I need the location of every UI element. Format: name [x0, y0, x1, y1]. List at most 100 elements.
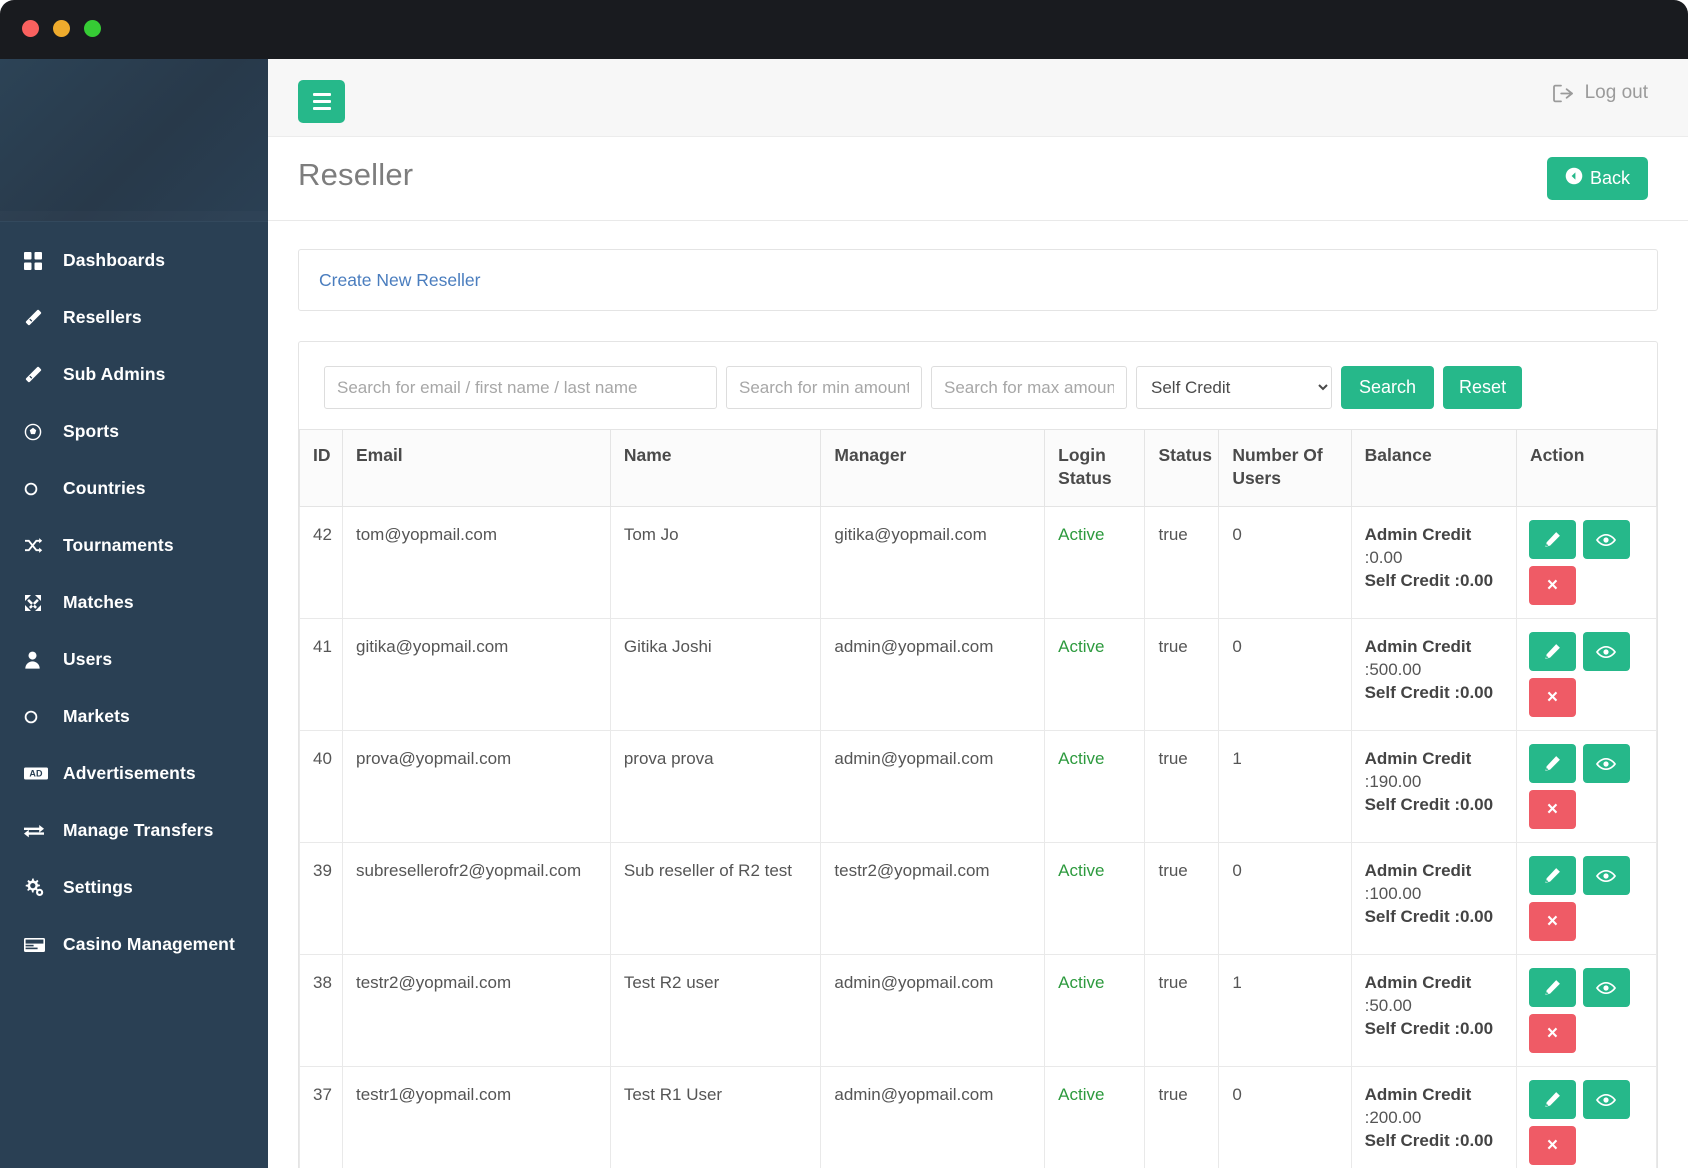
sidebar-brand-area [0, 59, 268, 222]
sidebar-item-users[interactable]: Users [0, 631, 268, 688]
back-button[interactable]: Back [1547, 157, 1648, 200]
column-header-login-status: Login Status [1045, 430, 1145, 507]
edit-row-button[interactable] [1529, 632, 1576, 671]
delete-row-button[interactable]: × [1529, 1014, 1576, 1053]
row-action-group: × [1529, 520, 1631, 605]
view-row-button[interactable] [1583, 856, 1630, 895]
view-row-button[interactable] [1583, 1080, 1630, 1119]
column-header-name: Name [610, 430, 821, 507]
pencil-icon [1544, 643, 1561, 660]
cell-login-status: Active [1045, 1067, 1145, 1168]
circle-icon [24, 710, 54, 724]
edit-row-button[interactable] [1529, 744, 1576, 783]
sidebar-item-markets[interactable]: Markets [0, 688, 268, 745]
edit-row-button[interactable] [1529, 968, 1576, 1007]
sidebar-item-dashboards[interactable]: Dashboards [0, 232, 268, 289]
cell-status: true [1145, 507, 1219, 619]
edit-row-button[interactable] [1529, 1080, 1576, 1119]
admin-credit-value: :100.00 [1365, 882, 1506, 905]
column-header-status: Status [1145, 430, 1219, 507]
cell-email: gitika@yopmail.com [342, 619, 610, 731]
sidebar-toggle-button[interactable] [298, 80, 345, 123]
sidebar-item-tournaments[interactable]: Tournaments [0, 517, 268, 574]
admin-credit-value: :500.00 [1365, 658, 1506, 681]
app-window: Dashboards Resellers Sub Admins Sports [0, 0, 1688, 1168]
edit-row-button[interactable] [1529, 520, 1576, 559]
cell-login-status: Active [1045, 507, 1145, 619]
sidebar-nav: Dashboards Resellers Sub Admins Sports [0, 222, 268, 973]
ad-icon: AD [24, 767, 54, 780]
cell-login-status: Active [1045, 731, 1145, 843]
sidebar-item-label: Markets [63, 706, 130, 727]
main-content: Log out Reseller Back Create New Reselle… [268, 59, 1688, 1168]
create-new-reseller-link[interactable]: Create New Reseller [319, 270, 480, 291]
cell-number-of-users: 1 [1219, 731, 1351, 843]
column-header-id: ID [300, 430, 343, 507]
view-row-button[interactable] [1583, 520, 1630, 559]
cell-name: Test R2 user [610, 955, 821, 1067]
maximize-window-button[interactable] [84, 20, 101, 37]
max-amount-input[interactable] [931, 366, 1127, 409]
login-status-badge: Active [1058, 637, 1104, 656]
sidebar-item-label: Sub Admins [63, 364, 165, 385]
admin-credit-label: Admin Credit [1365, 1083, 1506, 1106]
close-window-button[interactable] [22, 20, 39, 37]
cell-email: prova@yopmail.com [342, 731, 610, 843]
times-icon: × [1547, 800, 1558, 819]
cell-manager: admin@yopmail.com [821, 955, 1045, 1067]
sidebar-item-label: Sports [63, 421, 119, 442]
delete-row-button[interactable]: × [1529, 566, 1576, 605]
view-row-button[interactable] [1583, 632, 1630, 671]
pencil-icon [1544, 755, 1561, 772]
pencil-icon [1544, 531, 1561, 548]
sidebar-item-resellers[interactable]: Resellers [0, 289, 268, 346]
gears-icon [24, 878, 54, 897]
cell-login-status: Active [1045, 619, 1145, 731]
view-row-button[interactable] [1583, 968, 1630, 1007]
cell-status: true [1145, 619, 1219, 731]
cell-status: true [1145, 1067, 1219, 1168]
eye-icon [1596, 869, 1616, 883]
cell-action: × [1516, 955, 1656, 1067]
sidebar-item-label: Countries [63, 478, 146, 499]
eye-icon [1596, 757, 1616, 771]
table-header-row: ID Email Name Manager Login Status Statu… [300, 430, 1657, 507]
credit-type-select[interactable]: Self CreditAdmin Credit [1136, 366, 1332, 409]
sidebar-item-label: Casino Management [63, 934, 235, 955]
logout-button[interactable]: Log out [1553, 82, 1648, 104]
filter-bar: Self CreditAdmin Credit Search Reset [299, 342, 1657, 429]
cell-manager: admin@yopmail.com [821, 731, 1045, 843]
admin-credit-value: :0.00 [1365, 546, 1506, 569]
cell-manager: gitika@yopmail.com [821, 507, 1045, 619]
search-button[interactable]: Search [1341, 366, 1434, 409]
sidebar-item-settings[interactable]: Settings [0, 859, 268, 916]
edit-row-button[interactable] [1529, 856, 1576, 895]
cell-id: 38 [300, 955, 343, 1067]
column-header-email: Email [342, 430, 610, 507]
cell-action: × [1516, 1067, 1656, 1168]
sidebar-item-sports[interactable]: Sports [0, 403, 268, 460]
eye-icon [1596, 981, 1616, 995]
sidebar-item-casino-management[interactable]: Casino Management [0, 916, 268, 973]
sidebar-item-matches[interactable]: Matches [0, 574, 268, 631]
self-credit-value: Self Credit :0.00 [1365, 569, 1506, 592]
view-row-button[interactable] [1583, 744, 1630, 783]
table-header: ID Email Name Manager Login Status Statu… [300, 430, 1657, 507]
admin-credit-value: :190.00 [1365, 770, 1506, 793]
eye-icon [1596, 533, 1616, 547]
delete-row-button[interactable]: × [1529, 678, 1576, 717]
reset-button[interactable]: Reset [1443, 366, 1522, 409]
min-amount-input[interactable] [726, 366, 922, 409]
cell-balance: Admin Credit:100.00Self Credit :0.00 [1351, 843, 1516, 955]
admin-credit-label: Admin Credit [1365, 747, 1506, 770]
delete-row-button[interactable]: × [1529, 790, 1576, 829]
hamburger-icon [313, 107, 331, 110]
sidebar-item-countries[interactable]: Countries [0, 460, 268, 517]
sidebar-item-sub-admins[interactable]: Sub Admins [0, 346, 268, 403]
sidebar-item-advertisements[interactable]: AD Advertisements [0, 745, 268, 802]
delete-row-button[interactable]: × [1529, 902, 1576, 941]
search-input[interactable] [324, 366, 717, 409]
delete-row-button[interactable]: × [1529, 1126, 1576, 1165]
sidebar-item-manage-transfers[interactable]: Manage Transfers [0, 802, 268, 859]
minimize-window-button[interactable] [53, 20, 70, 37]
